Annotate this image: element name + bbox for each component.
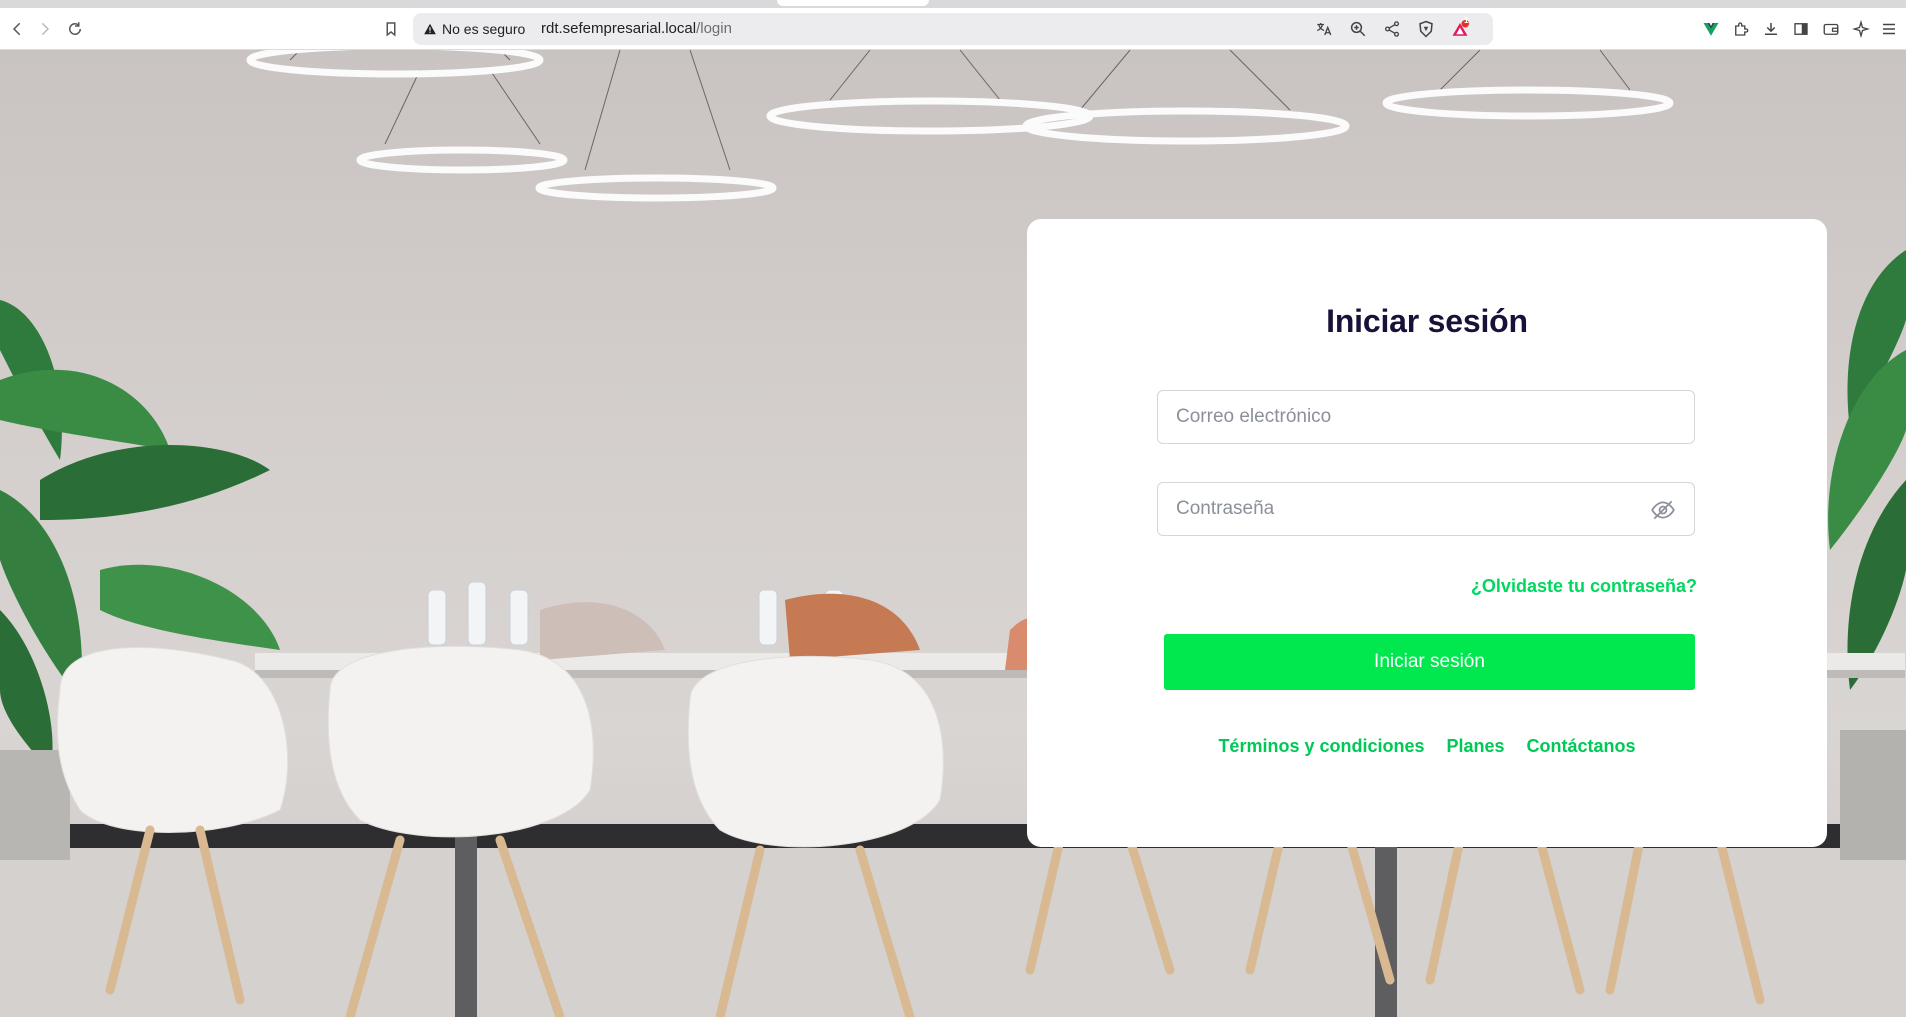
bookmark-icon: [386, 22, 396, 37]
chevron-left-icon: [12, 23, 20, 35]
email-field[interactable]: [1157, 390, 1695, 444]
downloads-button[interactable]: [1758, 16, 1784, 42]
browser-toolbar: No es seguro rdt.sefempresarial.local/lo…: [0, 8, 1906, 50]
hamburger-menu-icon: [1883, 23, 1895, 35]
share-button[interactable]: [1379, 16, 1405, 42]
active-tab-indicator[interactable]: [777, 0, 929, 6]
tab-strip: [0, 0, 1906, 8]
vue-devtools-extension[interactable]: [1698, 16, 1724, 42]
puzzle-icon: [1735, 22, 1749, 36]
back-button[interactable]: [4, 16, 30, 42]
main-menu-button[interactable]: [1876, 16, 1902, 42]
email-input[interactable]: [1158, 391, 1694, 443]
wallet-icon: [1823, 23, 1839, 35]
password-input[interactable]: [1158, 483, 1694, 535]
address-bar[interactable]: No es seguro rdt.sefempresarial.local/lo…: [413, 13, 1493, 45]
terms-link[interactable]: Términos y condiciones: [1218, 736, 1424, 757]
download-icon: [1765, 23, 1777, 35]
url-text[interactable]: rdt.sefempresarial.local/login: [541, 13, 732, 45]
url-path: /login: [696, 20, 732, 37]
leo-ai-button[interactable]: [1848, 16, 1874, 42]
sidebar-icon: [1794, 23, 1808, 35]
forgot-password-link[interactable]: ¿Olvidaste tu contraseña?: [1471, 576, 1697, 597]
plans-link[interactable]: Planes: [1447, 736, 1505, 757]
zoom-button[interactable]: [1345, 16, 1371, 42]
wallet-button[interactable]: [1818, 16, 1844, 42]
sidebar-button[interactable]: [1788, 16, 1814, 42]
sparkle-star-icon: [1852, 20, 1870, 38]
bookmark-button[interactable]: [378, 16, 404, 42]
page-title: Iniciar sesión: [1326, 303, 1528, 339]
security-label: No es seguro: [442, 21, 526, 37]
footer-links: Términos y condiciones Planes Contáctano…: [1027, 736, 1827, 757]
login-card: Iniciar sesión ¿Olvidaste tu contraseña?…: [1027, 219, 1827, 847]
translate-button[interactable]: [1311, 16, 1337, 42]
chevron-right-icon: [42, 23, 50, 35]
url-host: rdt.sefempresarial.local: [541, 20, 697, 37]
lion-shield-icon: [1419, 20, 1433, 38]
brave-rewards-button[interactable]: 1: [1447, 16, 1473, 42]
translate-icon: [1316, 23, 1332, 36]
extensions-button[interactable]: [1728, 16, 1754, 42]
warning-triangle-icon: [424, 23, 436, 35]
share-icon: [1384, 21, 1400, 37]
eye-off-icon[interactable]: [1650, 497, 1676, 523]
security-indicator[interactable]: No es seguro: [423, 13, 525, 45]
brave-shields-button[interactable]: [1413, 16, 1439, 42]
reload-icon: [69, 22, 81, 35]
zoom-in-icon: [1350, 21, 1366, 37]
reload-button[interactable]: [62, 16, 88, 42]
notification-badge: 1: [1464, 16, 1469, 25]
password-field[interactable]: [1157, 482, 1695, 536]
forward-button[interactable]: [32, 16, 58, 42]
vue-logo-icon: [1703, 23, 1719, 36]
login-button[interactable]: Iniciar sesión: [1164, 634, 1695, 690]
contact-link[interactable]: Contáctanos: [1527, 736, 1636, 757]
